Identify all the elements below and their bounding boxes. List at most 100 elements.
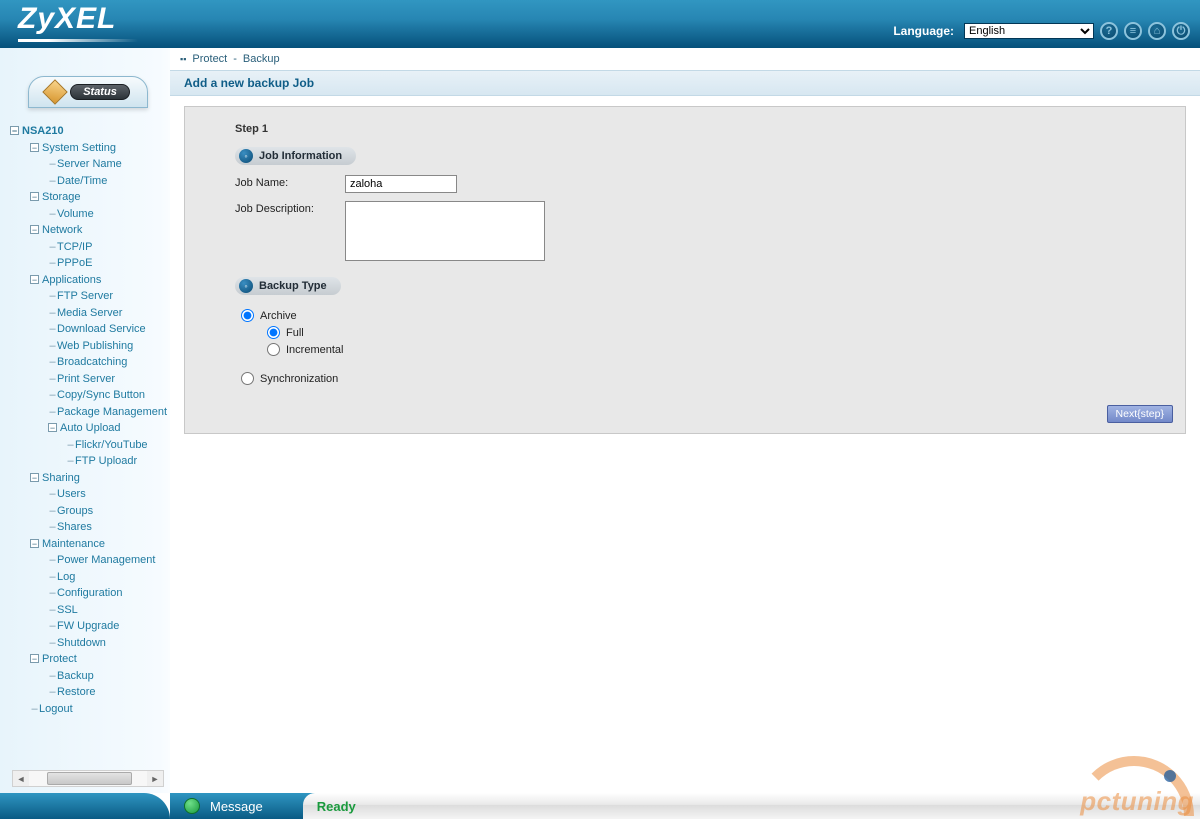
status-tab[interactable]: Status — [28, 76, 148, 108]
section-backup-type-label: Backup Type — [259, 280, 327, 292]
expand-icon[interactable]: − — [30, 654, 39, 663]
tree-backup[interactable]: Backup — [57, 670, 94, 682]
tree-date-time[interactable]: Date/Time — [57, 175, 107, 187]
expand-icon[interactable]: − — [30, 143, 39, 152]
tree-protect[interactable]: Protect — [42, 653, 77, 665]
radio-incremental[interactable] — [267, 343, 280, 356]
radio-sync[interactable] — [241, 372, 254, 385]
log-icon[interactable]: ≡ — [1124, 22, 1142, 40]
tree-sharing[interactable]: Sharing — [42, 472, 80, 484]
tree-auto-upload[interactable]: Auto Upload — [60, 422, 121, 434]
expand-icon[interactable]: − — [10, 126, 19, 135]
tree-copy-sync[interactable]: Copy/Sync Button — [57, 389, 145, 401]
tree-fw-upgrade[interactable]: FW Upgrade — [57, 620, 119, 632]
job-desc-input[interactable] — [345, 201, 545, 261]
status-cube-icon — [42, 79, 67, 104]
sidebar: Status −NSA210 −System Setting –Server N… — [0, 48, 170, 793]
radio-full-label: Full — [286, 327, 304, 339]
step-label: Step 1 — [235, 123, 1165, 135]
tree-applications[interactable]: Applications — [42, 274, 101, 286]
job-name-label: Job Name: — [235, 175, 345, 189]
scroll-right-arrow-icon[interactable]: ► — [147, 774, 163, 784]
tree-configuration[interactable]: Configuration — [57, 587, 122, 599]
expand-icon[interactable]: − — [48, 423, 57, 432]
sidebar-hscrollbar[interactable]: ◄ ► — [12, 770, 164, 787]
radio-incremental-label: Incremental — [286, 344, 343, 356]
breadcrumb-page: Backup — [243, 53, 280, 65]
breadcrumb: ▪▪ Protect - Backup — [170, 48, 1200, 70]
job-desc-label: Job Description: — [235, 201, 345, 215]
section-backup-type: ◦ Backup Type — [235, 277, 341, 295]
home-icon[interactable]: ⌂ — [1148, 22, 1166, 40]
tree-ssl[interactable]: SSL — [57, 604, 78, 616]
header-right: Language: English ? ≡ ⌂ ⏻ — [893, 22, 1190, 40]
expand-icon[interactable]: − — [30, 539, 39, 548]
breadcrumb-sep: - — [233, 53, 237, 65]
expand-icon[interactable]: − — [30, 225, 39, 234]
tree-system-setting[interactable]: System Setting — [42, 142, 116, 154]
footer-status: Ready — [317, 799, 356, 814]
radio-archive-label: Archive — [260, 310, 297, 322]
next-button[interactable]: Next{step} — [1107, 405, 1173, 423]
tree-storage[interactable]: Storage — [42, 191, 81, 203]
status-disk-icon — [184, 798, 200, 814]
expand-icon[interactable]: − — [30, 473, 39, 482]
scroll-track[interactable] — [29, 771, 147, 786]
tree-package-mgmt[interactable]: Package Management — [57, 406, 167, 418]
scroll-left-arrow-icon[interactable]: ◄ — [13, 774, 29, 784]
section-job-info-label: Job Information — [259, 150, 342, 162]
expand-icon[interactable]: − — [30, 192, 39, 201]
radio-sync-label: Synchronization — [260, 373, 338, 385]
page-title: Add a new backup Job — [170, 70, 1200, 96]
section-job-info: ◦ Job Information — [235, 147, 356, 165]
logout-icon[interactable]: ⏻ — [1172, 22, 1190, 40]
nav-tree: −NSA210 −System Setting –Server Name –Da… — [0, 123, 170, 717]
tree-logout[interactable]: Logout — [39, 703, 73, 715]
radio-archive[interactable] — [241, 309, 254, 322]
tree-pppoe[interactable]: PPPoE — [57, 257, 92, 269]
sidebar-bottom-curve — [0, 793, 170, 819]
form-panel: Step 1 ◦ Job Information Job Name: Job D… — [184, 106, 1186, 434]
tree-ftp-uploadr[interactable]: FTP Uploadr — [75, 455, 137, 467]
expand-icon[interactable]: − — [30, 275, 39, 284]
tree-network[interactable]: Network — [42, 224, 82, 236]
tree-maintenance[interactable]: Maintenance — [42, 538, 105, 550]
backup-type-group: Archive Full Incremental Synchronization — [241, 309, 1165, 385]
tree-groups[interactable]: Groups — [57, 505, 93, 517]
bullet-icon: ◦ — [239, 149, 253, 163]
footer-message-label: Message — [210, 799, 263, 814]
tree-tcpip[interactable]: TCP/IP — [57, 241, 92, 253]
language-label: Language: — [893, 24, 954, 38]
tree-power-mgmt[interactable]: Power Management — [57, 554, 155, 566]
tree-volume[interactable]: Volume — [57, 208, 94, 220]
breadcrumb-section: Protect — [192, 53, 227, 65]
tree-broadcatching[interactable]: Broadcatching — [57, 356, 127, 368]
tree-download-service[interactable]: Download Service — [57, 323, 146, 335]
tree-log[interactable]: Log — [57, 571, 75, 583]
status-label: Status — [70, 84, 130, 100]
radio-full[interactable] — [267, 326, 280, 339]
tree-server-name[interactable]: Server Name — [57, 158, 122, 170]
tree-flickr-youtube[interactable]: Flickr/YouTube — [75, 439, 148, 451]
tree-root[interactable]: NSA210 — [22, 125, 64, 137]
language-select[interactable]: English — [964, 23, 1094, 39]
scroll-thumb[interactable] — [47, 772, 132, 785]
main-content: ▪▪ Protect - Backup Add a new backup Job… — [170, 48, 1200, 793]
tree-media-server[interactable]: Media Server — [57, 307, 122, 319]
job-name-input[interactable] — [345, 175, 457, 193]
footer-bar: Message Ready — [170, 793, 1200, 819]
tree-shares[interactable]: Shares — [57, 521, 92, 533]
tree-print-server[interactable]: Print Server — [57, 373, 115, 385]
breadcrumb-icon: ▪▪ — [180, 54, 186, 64]
brand-logo: ZyXEL — [18, 2, 116, 36]
bullet-icon: ◦ — [239, 279, 253, 293]
tree-shutdown[interactable]: Shutdown — [57, 637, 106, 649]
tree-ftp-server[interactable]: FTP Server — [57, 290, 113, 302]
job-desc-row: Job Description: — [235, 201, 1165, 261]
tree-restore[interactable]: Restore — [57, 686, 96, 698]
tree-web-publishing[interactable]: Web Publishing — [57, 340, 133, 352]
header-bar: ZyXEL Language: English ? ≡ ⌂ ⏻ — [0, 0, 1200, 48]
tree-users[interactable]: Users — [57, 488, 86, 500]
footer-status-wrap: Ready — [303, 793, 1200, 819]
help-icon[interactable]: ? — [1100, 22, 1118, 40]
